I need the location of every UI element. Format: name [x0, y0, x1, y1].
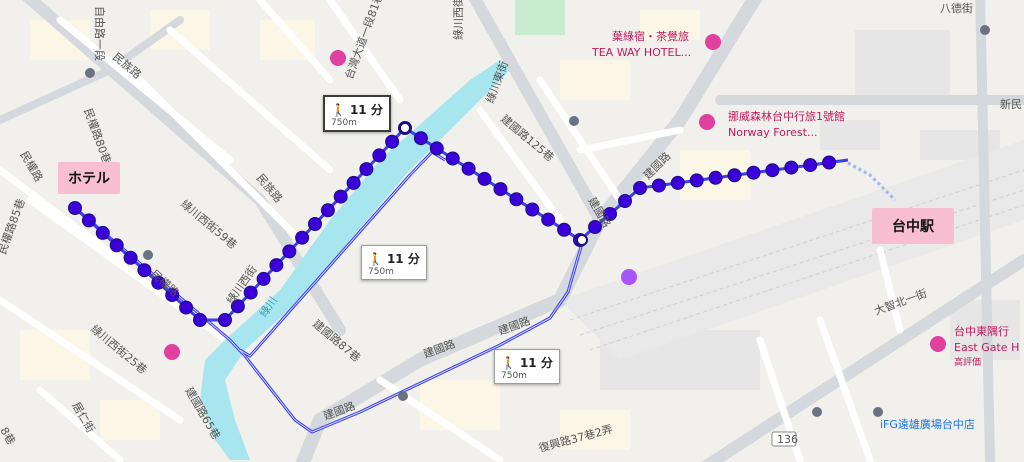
poi-ye-lu-su: 葉綠宿・茶覺旅: [612, 29, 689, 43]
route-dot: [269, 258, 284, 273]
route-waypoint: [576, 234, 588, 246]
bus-stop-icon: [980, 25, 990, 35]
route-dot: [727, 168, 742, 183]
route-callout-selected[interactable]: 🚶 11 分 750m: [323, 95, 391, 132]
bus-stop-icon: [569, 116, 579, 126]
route-dot: [123, 250, 138, 265]
bus-stop-icon: [812, 407, 822, 417]
route-dot: [308, 217, 322, 231]
route-callout-alt-1[interactable]: 🚶 11 分 750m: [361, 245, 427, 280]
route-dot: [765, 163, 780, 178]
route-dot: [179, 300, 194, 315]
route-distance: 750m: [368, 267, 394, 277]
route-dot: [413, 131, 428, 146]
hotel-marker-icon: [930, 336, 946, 352]
hotel-marker-icon: [330, 50, 346, 66]
route-dot: [346, 175, 361, 190]
walking-icon: 🚶: [331, 103, 346, 117]
route-dot: [477, 171, 492, 186]
poi-tea-way: TEA WAY HOTEL...: [591, 46, 691, 59]
route-dot: [618, 194, 632, 208]
walking-icon: 🚶: [501, 356, 516, 370]
route-dot: [557, 222, 572, 237]
route-waypoint: [399, 122, 411, 134]
road-label-luchuan-w: 綠川西街: [451, 0, 465, 40]
route-dot: [746, 165, 761, 180]
bus-stop-icon: [143, 250, 153, 260]
poi-norway-en: Norway Forest...: [728, 126, 817, 139]
bus-stop-icon: [398, 391, 408, 401]
route-dot: [385, 134, 400, 149]
route-dot: [95, 225, 110, 240]
hotel-label: ホテル: [58, 162, 120, 194]
route-dot: [784, 160, 799, 175]
shopping-marker-icon: [621, 269, 637, 285]
route-dot: [541, 212, 556, 227]
route-callout-alt-2[interactable]: 🚶 11 分 750m: [494, 349, 560, 384]
route-dot: [68, 201, 82, 215]
route-time: 11 分: [349, 103, 383, 117]
route-dot: [218, 313, 232, 327]
route-dot: [320, 203, 335, 218]
route-dot: [445, 151, 460, 166]
route-dot: [193, 313, 207, 327]
poi-east-gate-sub: 高評価: [954, 356, 981, 368]
route-dot: [525, 202, 540, 217]
route-dot: [333, 189, 348, 204]
route-dot: [670, 175, 685, 190]
poi-ifg: iFG遠雄廣場台中店: [880, 417, 975, 431]
route-dot: [461, 161, 476, 176]
route-dot: [708, 170, 723, 185]
road-label-ziyou: 自由路一段: [93, 6, 107, 61]
route-time: 11 分: [519, 356, 553, 370]
poi-east-gate-en: East Gate H: [954, 341, 1019, 354]
station-label: 台中駅: [872, 208, 954, 244]
road-label-bade: 八德街: [940, 1, 973, 15]
route-dot: [822, 155, 837, 170]
route-dot: [295, 230, 310, 245]
bus-stop-icon: [85, 68, 95, 78]
route-dot: [429, 141, 444, 156]
route-dot: [803, 158, 818, 173]
hotel-marker-icon: [164, 344, 180, 360]
route-distance: 750m: [501, 371, 527, 381]
map-canvas[interactable]: 136 自由路一段 民族路 民族路 民權路 民權路 民權路80巷 民權路85巷 …: [0, 0, 1024, 462]
park: [515, 0, 565, 35]
route-dot: [109, 238, 124, 253]
hotel-marker-icon: [705, 34, 721, 50]
route-dot: [256, 271, 271, 286]
route-dot: [689, 173, 704, 188]
route-dot: [493, 182, 508, 197]
route-dot: [372, 148, 387, 163]
bus-stop-icon: [873, 407, 883, 417]
road-shield-label: 136: [777, 433, 798, 446]
route-dot: [282, 244, 297, 259]
route-dot: [509, 192, 524, 207]
route-dot: [81, 213, 96, 228]
hotel-marker-icon: [699, 114, 715, 130]
walking-icon: 🚶: [368, 252, 383, 266]
route-time: 11 分: [386, 252, 420, 266]
poi-norway-zh: 挪威森林台中行旅1號館: [728, 109, 845, 123]
road-label-xinmin: 新民: [1000, 97, 1022, 111]
route-dot: [359, 162, 374, 177]
route-dot: [633, 181, 647, 195]
route-dot: [651, 178, 666, 193]
poi-east-gate-zh: 台中東隅行: [954, 324, 1009, 338]
route-distance: 750m: [331, 118, 357, 128]
